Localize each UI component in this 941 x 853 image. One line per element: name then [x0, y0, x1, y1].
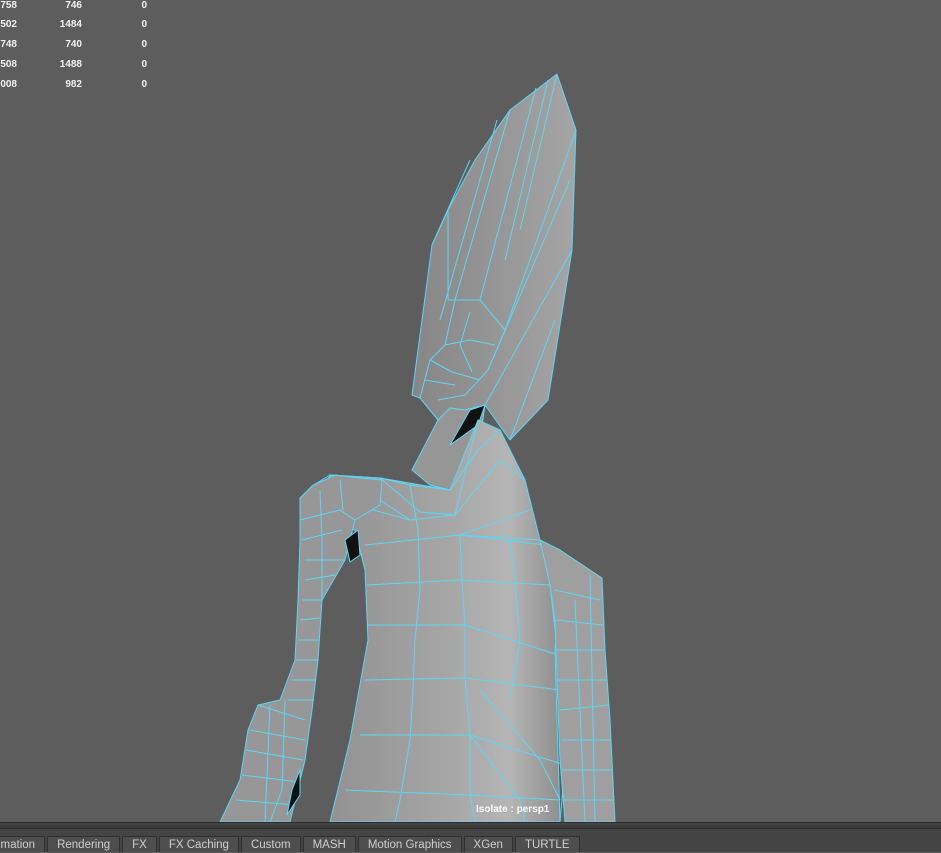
- hud-value: 0: [141, 59, 147, 70]
- hud-row: 758 746 0: [0, 0, 160, 12]
- hud-value: 1484: [59, 19, 82, 30]
- tab-fx[interactable]: FX: [122, 836, 157, 852]
- hud-value: 758: [0, 0, 17, 11]
- hud-row: 748 740 0: [0, 39, 160, 51]
- tab-animation[interactable]: imation: [0, 836, 46, 852]
- hud-row: 008 982 0: [0, 79, 160, 91]
- hud-value: 008: [0, 79, 17, 90]
- hud-value: 0: [141, 79, 147, 90]
- hud-value: 746: [65, 0, 82, 11]
- tab-custom[interactable]: Custom: [240, 836, 301, 852]
- hud-row: 502 1484 0: [0, 19, 160, 31]
- hud-value: 508: [0, 59, 17, 70]
- shelf-bar: imation Rendering FX FX Caching Custom M…: [0, 822, 941, 852]
- hud-row: 508 1488 0: [0, 59, 160, 71]
- hud-value: 502: [0, 19, 17, 30]
- hud-value: 740: [65, 39, 82, 50]
- tab-mash[interactable]: MASH: [302, 836, 356, 852]
- character-mesh[interactable]: [0, 0, 941, 822]
- tab-xgen[interactable]: XGen: [463, 836, 513, 852]
- shelf-tabs: imation Rendering FX FX Caching Custom M…: [0, 836, 582, 852]
- hud-value: 982: [65, 79, 82, 90]
- hud-value: 0: [141, 39, 147, 50]
- tab-fx-caching[interactable]: FX Caching: [158, 836, 239, 852]
- hud-value: 748: [0, 39, 17, 50]
- hud-value: 0: [141, 19, 147, 30]
- hud-value: 0: [141, 0, 147, 11]
- isolate-label: Isolate : persp1: [476, 804, 550, 815]
- tab-rendering[interactable]: Rendering: [47, 836, 121, 852]
- shelf-divider[interactable]: [0, 825, 941, 829]
- hud-value: 1488: [59, 59, 82, 70]
- tab-turtle[interactable]: TURTLE: [514, 836, 580, 852]
- tab-motion-graphics[interactable]: Motion Graphics: [357, 836, 462, 852]
- perspective-viewport[interactable]: 758 746 0 502 1484 0 748 740 0 508 1488 …: [0, 0, 941, 822]
